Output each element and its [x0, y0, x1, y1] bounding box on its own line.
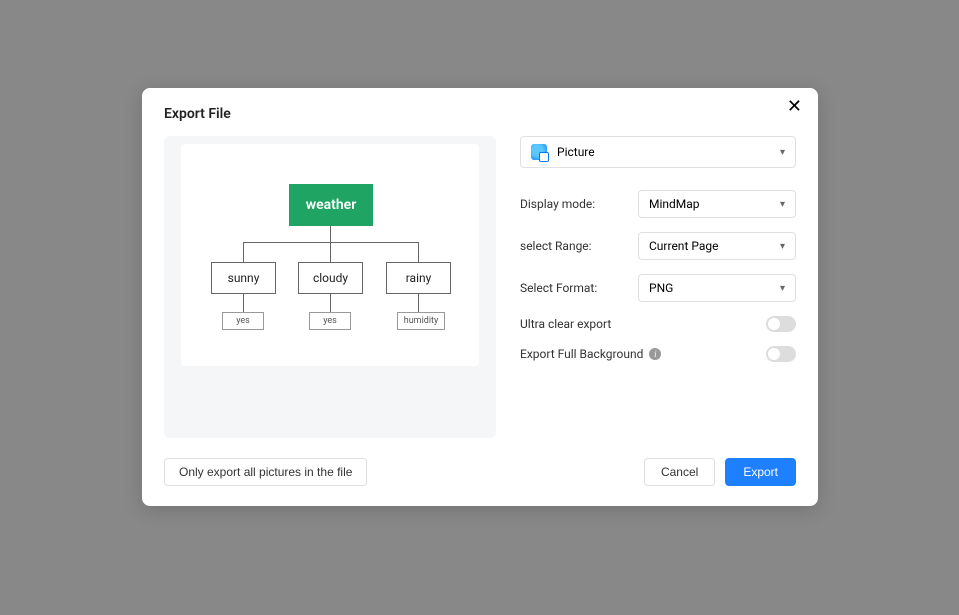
preview-panel: weather sunny cloudy rainy yes yes humid… [164, 136, 496, 438]
mindmap-root: weather [289, 184, 373, 226]
mindmap-leaf: yes [222, 312, 264, 330]
cancel-button[interactable]: Cancel [644, 458, 715, 486]
connector-line [243, 242, 419, 243]
select-range-value: Current Page [649, 239, 718, 253]
chevron-down-icon: ▾ [780, 283, 785, 294]
display-mode-label: Display mode: [520, 197, 638, 211]
modal-content: weather sunny cloudy rainy yes yes humid… [164, 136, 796, 438]
select-range-select[interactable]: Current Page ▾ [638, 232, 796, 260]
chevron-down-icon: ▾ [780, 241, 785, 252]
only-export-pictures-button[interactable]: Only export all pictures in the file [164, 458, 367, 486]
connector-line [418, 294, 419, 312]
ultra-clear-toggle[interactable] [766, 316, 796, 332]
display-mode-select[interactable]: MindMap ▾ [638, 190, 796, 218]
picture-icon [531, 144, 547, 160]
ultra-clear-row: Ultra clear export [520, 316, 796, 332]
info-icon[interactable]: i [649, 348, 661, 360]
modal-footer: Only export all pictures in the file Can… [164, 458, 796, 486]
mindmap-leaf: yes [309, 312, 351, 330]
connector-line [330, 242, 331, 262]
connector-line [418, 242, 419, 262]
display-mode-row: Display mode: MindMap ▾ [520, 190, 796, 218]
file-type-select[interactable]: Picture ▾ [520, 136, 796, 168]
connector-line [330, 294, 331, 312]
mindmap-preview: weather sunny cloudy rainy yes yes humid… [181, 144, 479, 366]
select-format-label: Select Format: [520, 281, 638, 295]
full-background-row: Export Full Background i [520, 346, 796, 362]
close-icon[interactable]: ✕ [787, 98, 802, 116]
select-format-select[interactable]: PNG ▾ [638, 274, 796, 302]
file-type-label: Picture [557, 145, 595, 159]
chevron-down-icon: ▾ [780, 147, 785, 158]
select-format-value: PNG [649, 281, 673, 295]
mindmap-child: sunny [211, 262, 276, 294]
ultra-clear-label: Ultra clear export [520, 317, 611, 331]
connector-line [243, 242, 244, 262]
full-background-label: Export Full Background i [520, 347, 661, 361]
mindmap-child: rainy [386, 262, 451, 294]
connector-line [330, 226, 331, 242]
connector-line [243, 294, 244, 312]
modal-title: Export File [164, 106, 796, 122]
display-mode-value: MindMap [649, 197, 700, 211]
select-range-row: select Range: Current Page ▾ [520, 232, 796, 260]
footer-actions: Cancel Export [644, 458, 796, 486]
mindmap-child: cloudy [298, 262, 363, 294]
chevron-down-icon: ▾ [780, 199, 785, 210]
settings-panel: Picture ▾ Display mode: MindMap ▾ select… [520, 136, 796, 438]
select-format-row: Select Format: PNG ▾ [520, 274, 796, 302]
select-range-label: select Range: [520, 239, 638, 253]
mindmap-leaf: humidity [397, 312, 445, 330]
full-background-toggle[interactable] [766, 346, 796, 362]
export-button[interactable]: Export [725, 458, 796, 486]
export-file-modal: ✕ Export File weather sunny cloudy rainy… [142, 88, 818, 506]
